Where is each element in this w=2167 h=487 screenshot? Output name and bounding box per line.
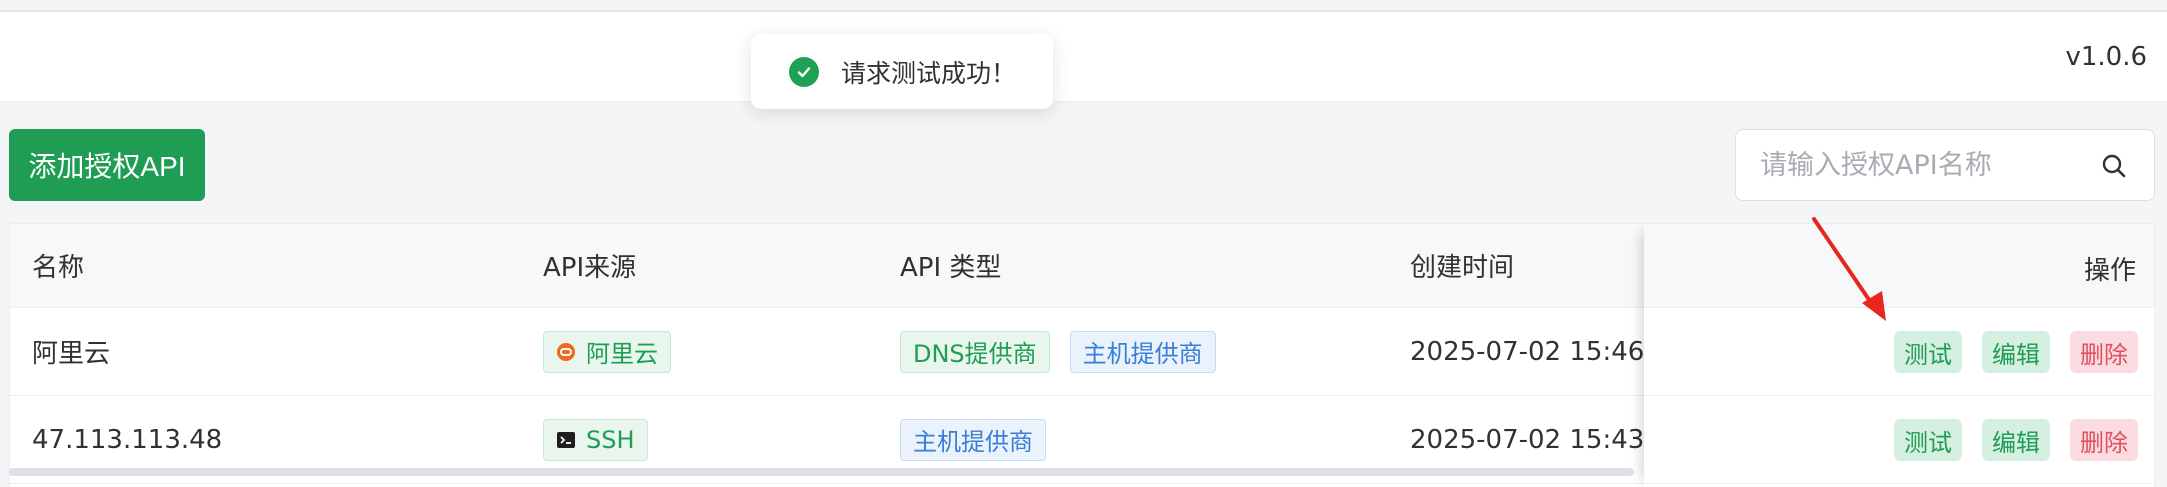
header-bar: v1.0.6 [0,12,2167,102]
column-header-source: API来源 [543,253,637,283]
terminal-icon [556,430,576,450]
source-tag: 阿里云 [543,330,671,373]
source-tag: SSH [543,418,648,461]
add-auth-api-button[interactable]: 添加授权API [9,129,205,201]
test-button[interactable]: 测试 [1894,331,1962,373]
type-tag-host: 主机提供商 [900,418,1046,461]
source-label: 阿里云 [586,340,658,368]
edit-button[interactable]: 编辑 [1982,331,2050,373]
column-header-name: 名称 [32,253,85,283]
horizontal-scrollbar[interactable] [9,468,2155,476]
delete-button[interactable]: 删除 [2070,419,2138,461]
top-border [0,0,2167,12]
row-name: 阿里云 [32,339,111,369]
type-tag-dns: DNS提供商 [900,330,1050,373]
scrollbar-thumb[interactable] [9,468,1634,476]
search-input[interactable] [1760,149,2090,181]
column-header-type: API 类型 [900,253,1002,283]
delete-button[interactable]: 删除 [2070,331,2138,373]
toast-message: 请求测试成功！ [841,58,1017,88]
type-tag-host: 主机提供商 [1069,330,1216,373]
source-label: SSH [586,425,635,454]
test-button[interactable]: 测试 [1894,419,1962,461]
column-header-actions: 操作 [2083,256,2136,286]
edit-button[interactable]: 编辑 [1982,419,2050,461]
success-toast: 请求测试成功！ [751,34,1053,109]
search-box [1735,129,2155,201]
search-icon[interactable] [2100,152,2128,184]
aliyun-icon [556,342,576,362]
column-header-created: 创建时间 [1410,253,1515,283]
check-circle-icon [789,56,819,87]
row-created-time: 2025-07-02 15:46:3 [1410,336,1670,367]
version-label: v1.0.6 [2065,42,2147,72]
annotation-arrow-icon [1812,217,1886,321]
